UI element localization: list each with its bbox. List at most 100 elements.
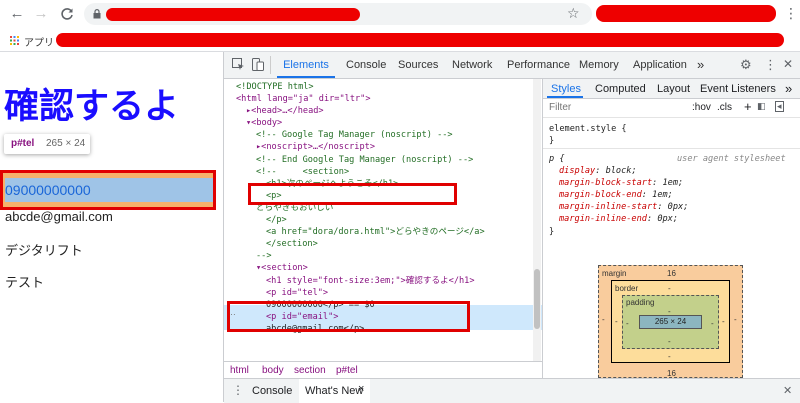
css-declaration[interactable]: margin-block-start: 1em; (559, 177, 688, 189)
more-tabs-button[interactable]: » (697, 52, 704, 78)
tab-elements-label: Elements (283, 59, 329, 71)
device-toolbar-icon[interactable] (252, 58, 264, 74)
dom-code-line[interactable]: ▸<head>…</head> (236, 105, 485, 117)
page-viewport: 確認するよ p#tel 265 × 24 09000000000 abcde@g… (0, 52, 222, 402)
dom-code-line[interactable]: ▾<section> (236, 262, 485, 274)
toggle-pane-icon[interactable]: ◧ (757, 101, 766, 112)
dom-code-line[interactable]: <!-- Google Tag Manager (noscript) --> (236, 129, 485, 141)
cls-button[interactable]: .cls (717, 102, 732, 113)
tab-network[interactable]: Network (452, 52, 492, 78)
element-style-rule: element.style { (549, 124, 627, 134)
tab-application[interactable]: Application (633, 52, 687, 78)
tab-memory[interactable]: Memory (579, 52, 619, 78)
line-digitalift: デジタリフト (5, 243, 83, 258)
css-value: 0px; (657, 214, 679, 225)
tab-console[interactable]: Console (346, 52, 386, 78)
p-selector: p { (549, 154, 565, 164)
dom-tree: … <!DOCTYPE html> <html lang="ja" dir="lt… (224, 79, 542, 361)
css-property: margin-inline-start (559, 202, 658, 213)
box-margin-bottom: 16 (667, 369, 676, 378)
tab-elements[interactable]: Elements (277, 52, 335, 78)
tab-styles[interactable]: Styles (551, 83, 581, 95)
box-border-right: - (722, 317, 725, 326)
box-border-bottom: - (668, 352, 671, 361)
devtools-tabbar: Elements Console Sources Network Perform… (224, 52, 800, 79)
tab-divider (270, 56, 271, 74)
crumb-body[interactable]: body (262, 365, 284, 376)
dom-code-line[interactable]: --> (236, 250, 485, 262)
apps-label[interactable]: アプリ (24, 34, 54, 49)
bookmarks-bar: アプリ (0, 29, 800, 52)
tab-performance[interactable]: Performance (507, 52, 570, 78)
dom-code-line[interactable]: ▾<body> (236, 117, 485, 129)
crumb-section[interactable]: section (294, 365, 326, 376)
reload-icon[interactable] (58, 5, 76, 23)
redacted-profile (596, 5, 776, 22)
bookmark-star-icon[interactable]: ☆ (567, 5, 580, 22)
dom-code-line[interactable]: </p> (236, 214, 485, 226)
dom-code-line[interactable]: <a href="dora/dora.html">どらやきのページ</a> (236, 226, 485, 238)
redacted-bookmarks (56, 33, 784, 47)
scroll-thumb[interactable] (534, 269, 540, 329)
forward-icon[interactable]: → (32, 5, 50, 23)
settings-gear-icon[interactable]: ⚙ (740, 57, 752, 73)
css-separator: : (641, 190, 653, 201)
styles-active-indicator (547, 96, 583, 98)
page-heading: 確認するよ (4, 87, 180, 126)
box-margin-right: - (734, 315, 737, 324)
devtools-menu-icon[interactable]: ⋮ (764, 57, 777, 73)
box-padding-left: - (626, 319, 629, 328)
css-separator: : (652, 178, 663, 189)
dom-code-line[interactable]: <html lang="ja" dir="ltr"> (236, 93, 485, 105)
rule-divider (543, 148, 800, 149)
css-property: margin-inline-end (559, 214, 647, 225)
styles-more-tabs[interactable]: » (785, 81, 792, 96)
computed-sidebar-icon[interactable]: ◂ (775, 101, 784, 112)
drawer-menu-icon[interactable]: ⋮ (232, 383, 244, 397)
tab-computed[interactable]: Computed (595, 83, 646, 95)
dom-code-line[interactable]: <p id="tel"> (236, 287, 485, 299)
address-bar[interactable]: ☆ (84, 3, 592, 25)
add-rule-icon[interactable]: + (744, 99, 752, 114)
back-icon[interactable]: ← (8, 5, 26, 23)
dom-scrollbar[interactable] (533, 79, 541, 361)
drawer-tab-whats-new[interactable]: What's New × (299, 379, 370, 403)
drawer-tab-console[interactable]: Console (252, 385, 292, 397)
crumb-html[interactable]: html (230, 365, 249, 376)
css-separator: : (595, 166, 606, 176)
tab-event-listeners[interactable]: Event Listeners (700, 83, 776, 95)
css-declaration[interactable]: display: block; (559, 165, 688, 177)
breadcrumb: html body section p#tel (224, 361, 542, 379)
inspect-tooltip: p#tel 265 × 24 (4, 134, 90, 154)
styles-filter-input[interactable] (549, 101, 669, 113)
dom-code-line[interactable]: <h1 style="font-size:3em;">確認するよ</h1> (236, 275, 485, 287)
close-tab-icon[interactable]: × (358, 383, 364, 395)
tel-text: 09000000000 (5, 182, 91, 198)
close-drawer-icon[interactable]: ✕ (783, 384, 792, 397)
css-declaration[interactable]: margin-inline-end: 0px; (559, 213, 688, 225)
close-devtools-icon[interactable]: ✕ (783, 57, 793, 71)
css-separator: : (646, 214, 658, 225)
drawer-tab-whats-new-label: What's New (305, 385, 364, 397)
crumb-p-tel[interactable]: p#tel (336, 365, 358, 376)
styles-pane: Styles Computed Layout Event Listeners »… (542, 79, 800, 378)
dom-code-line[interactable]: <!-- <section> (236, 166, 485, 178)
dom-code-line[interactable]: <!DOCTYPE html> (236, 81, 485, 93)
dom-code-line[interactable]: </section> (236, 238, 485, 250)
chrome-menu-icon[interactable]: ⋮ (784, 5, 798, 22)
tab-sources[interactable]: Sources (398, 52, 438, 78)
box-padding-label: padding (626, 298, 655, 307)
box-padding-right: - (711, 319, 714, 328)
apps-grid-icon[interactable] (10, 36, 19, 45)
inspect-element-icon[interactable] (232, 58, 245, 74)
box-margin-left: - (602, 315, 605, 324)
dom-code-line[interactable]: <!-- End Google Tag Manager (noscript) -… (236, 154, 485, 166)
element-highlight: 09000000000 (0, 170, 216, 210)
tab-layout[interactable]: Layout (657, 83, 690, 95)
tooltip-selector: p#tel (11, 138, 35, 149)
hov-button[interactable]: :hov (692, 102, 711, 113)
css-declaration[interactable]: margin-block-end: 1em; (559, 189, 688, 201)
css-property: display (559, 166, 596, 176)
dom-code-line[interactable]: ▸<noscript>…</noscript> (236, 141, 485, 153)
css-declaration[interactable]: margin-inline-start: 0px; (559, 201, 688, 213)
